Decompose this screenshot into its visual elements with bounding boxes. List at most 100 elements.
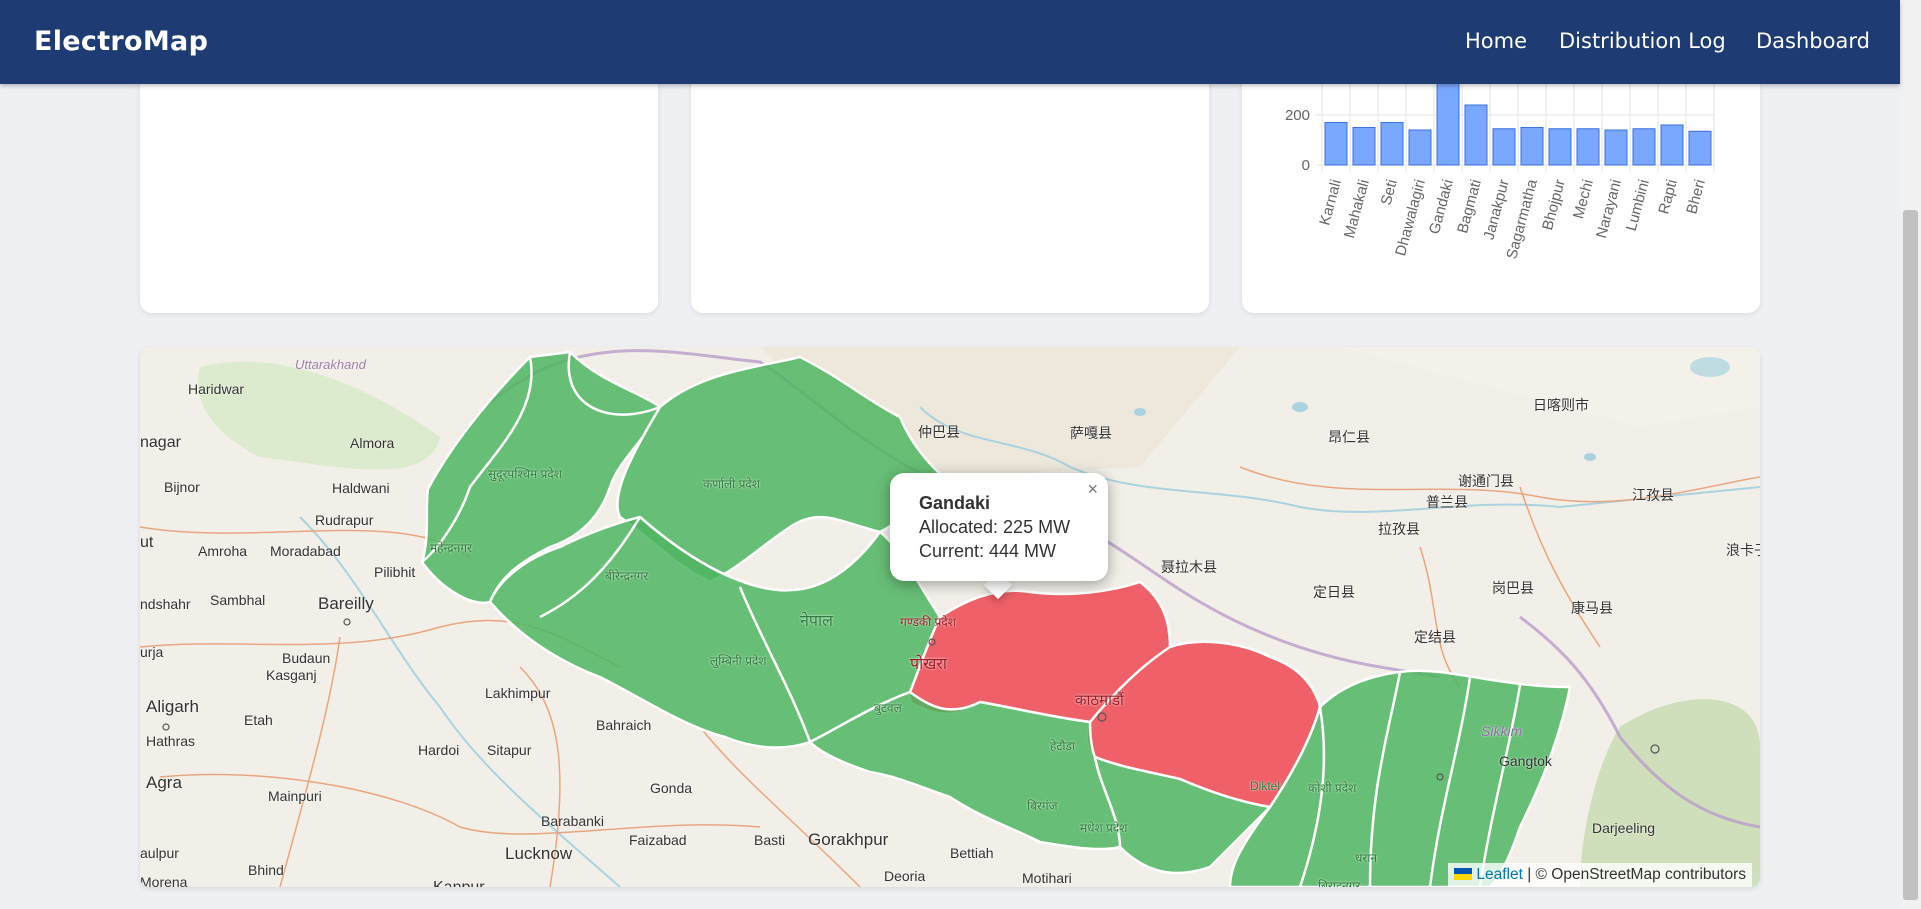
- map-label: महेन्द्रनगर: [430, 541, 472, 555]
- map-label: 江孜县: [1632, 487, 1674, 503]
- bar-rapti[interactable]: [1660, 124, 1684, 166]
- map-label: Haridwar: [188, 381, 245, 397]
- map-label: धरान: [1355, 851, 1378, 865]
- province-popup: Gandaki Allocated: 225 MW Current: 444 M…: [890, 473, 1108, 581]
- map-attribution: Leaflet | © OpenStreetMap contributors: [1448, 863, 1752, 887]
- map-label: Moradabad: [270, 543, 341, 559]
- map-label: Lakhimpur: [485, 685, 551, 701]
- map-label: बिरगंज: [1027, 799, 1058, 813]
- chart-card: 0200400KarnaliMahakaliSetiDhawalagiriGan…: [1242, 60, 1760, 313]
- popup-current: Current: 444 MW: [919, 541, 1057, 561]
- map-label: Bahraich: [596, 717, 652, 733]
- map-label: urja: [140, 644, 164, 660]
- x-tick-label: Bheri: [1683, 178, 1708, 216]
- y-tick-label: 0: [1302, 157, 1310, 174]
- map-label: Pilibhit: [374, 564, 416, 580]
- bar-narayani[interactable]: [1604, 129, 1628, 166]
- map-label: Uttarakhand: [295, 357, 366, 372]
- page-scrollbar[interactable]: [1900, 0, 1921, 909]
- nav-dashboard-link[interactable]: Dashboard: [1756, 29, 1870, 53]
- map-label: Almora: [350, 435, 395, 451]
- osm-attribution-text: | © OpenStreetMap contributors: [1527, 866, 1746, 883]
- map-label: गण्डकी प्रदेश: [900, 615, 956, 629]
- bar-janakpur[interactable]: [1492, 128, 1516, 166]
- map-label: 定日县: [1313, 584, 1355, 600]
- bar-bheri[interactable]: [1688, 130, 1712, 166]
- map-label: aulpur: [140, 845, 179, 861]
- brand-logo[interactable]: ElectroMap: [34, 26, 208, 57]
- map-label: Basti: [754, 832, 786, 848]
- x-tick-label: Karnali: [1316, 178, 1345, 228]
- map-label: नेपाल: [800, 613, 833, 630]
- map-label: Mainpuri: [268, 788, 322, 804]
- map-label: nagar: [140, 434, 181, 451]
- popup-title: Gandaki: [919, 493, 991, 513]
- map-label: 康马县: [1571, 600, 1613, 616]
- bar-seti[interactable]: [1380, 122, 1404, 166]
- bar-mahakali[interactable]: [1352, 127, 1376, 166]
- map-label: 拉孜县: [1378, 521, 1420, 537]
- map-label: Haldwani: [332, 480, 390, 496]
- map-label: 昂仁县: [1328, 429, 1370, 445]
- map-label: Morena: [140, 874, 188, 887]
- map-label: Kasganj: [266, 667, 317, 683]
- map-label: Aligarh: [146, 697, 199, 716]
- map-label: मधेश प्रदेश: [1080, 821, 1128, 835]
- bar-lumbini[interactable]: [1632, 128, 1656, 166]
- map-label: Agra: [146, 773, 182, 792]
- map-label: ut: [140, 534, 154, 551]
- x-tick-label: Lumbini: [1623, 178, 1653, 233]
- bar-sagarmatha[interactable]: [1520, 127, 1544, 166]
- scrollbar-thumb[interactable]: [1903, 210, 1918, 900]
- x-tick-label: Narayani: [1593, 178, 1625, 240]
- map-label: 仲巴县: [918, 424, 960, 440]
- bar-bagmati[interactable]: [1464, 104, 1488, 166]
- map-label: Faizabad: [629, 832, 687, 848]
- x-tick-label: Janakpur: [1480, 178, 1512, 242]
- popup-close-icon[interactable]: ×: [1087, 479, 1098, 500]
- map-label: Darjeeling: [1592, 820, 1656, 836]
- bar-mechi[interactable]: [1576, 128, 1600, 166]
- map-label: Lucknow: [505, 844, 573, 863]
- bar-bhojpur[interactable]: [1548, 128, 1572, 166]
- map-label: Sikkim: [1481, 723, 1523, 739]
- map-label: कोशी प्रदेश: [1308, 781, 1357, 795]
- map-label: Etah: [244, 712, 273, 728]
- map-label: 谢通门县: [1458, 473, 1514, 489]
- bar-karnali[interactable]: [1324, 122, 1348, 166]
- bar-chart: 0200400KarnaliMahakaliSetiDhawalagiriGan…: [1285, 60, 1715, 261]
- map-label: Amroha: [198, 543, 248, 559]
- map-label: Bijnor: [164, 479, 200, 495]
- map-label: Hardoi: [418, 742, 460, 758]
- map-label: Hathras: [146, 733, 196, 749]
- leaflet-link[interactable]: Leaflet: [1476, 866, 1523, 883]
- x-tick-label: Bhojpur: [1539, 178, 1569, 232]
- map-label: 萨嘎县: [1070, 425, 1112, 441]
- y-tick-label: 200: [1285, 107, 1310, 124]
- nav-home-link[interactable]: Home: [1465, 29, 1527, 53]
- map-label: ndshahr: [140, 596, 191, 612]
- map-label: काठमाडौं: [1075, 692, 1124, 709]
- popup-allocated: Allocated: 225 MW: [919, 517, 1071, 537]
- map-label: हेटौडा: [1050, 739, 1076, 753]
- map-label: Deoria: [884, 868, 926, 884]
- map-label: सुदूरपश्चिम प्रदेश: [488, 467, 562, 481]
- nav-distribution-log-link[interactable]: Distribution Log: [1559, 29, 1726, 53]
- navbar: ElectroMap Home Distribution Log Dashboa…: [0, 0, 1900, 84]
- map-label: बिराटनगर: [1318, 879, 1361, 887]
- map-label: बुटवल: [874, 701, 902, 715]
- bar-dhawalagiri[interactable]: [1408, 129, 1432, 166]
- map-label: Budaun: [282, 650, 331, 666]
- map-label: 普兰县: [1426, 494, 1468, 510]
- map-label: Gangtok: [1499, 753, 1552, 769]
- x-tick-label: Mechi: [1570, 178, 1597, 221]
- x-tick-label: Rapti: [1655, 178, 1680, 216]
- x-tick-label: Bagmati: [1454, 178, 1485, 236]
- map-label: Bettiah: [950, 845, 994, 861]
- x-tick-label: Gandaki: [1426, 178, 1457, 236]
- map-container[interactable]: Uttarakhand Haridwar nagar Almora Bijnor Hald…: [140, 347, 1760, 887]
- x-tick-label: Seti: [1378, 178, 1401, 207]
- map-label: Gorakhpur: [808, 830, 889, 849]
- map-label: लुम्बिनी प्रदेश: [710, 654, 767, 668]
- map-label: Motihari: [1022, 870, 1072, 886]
